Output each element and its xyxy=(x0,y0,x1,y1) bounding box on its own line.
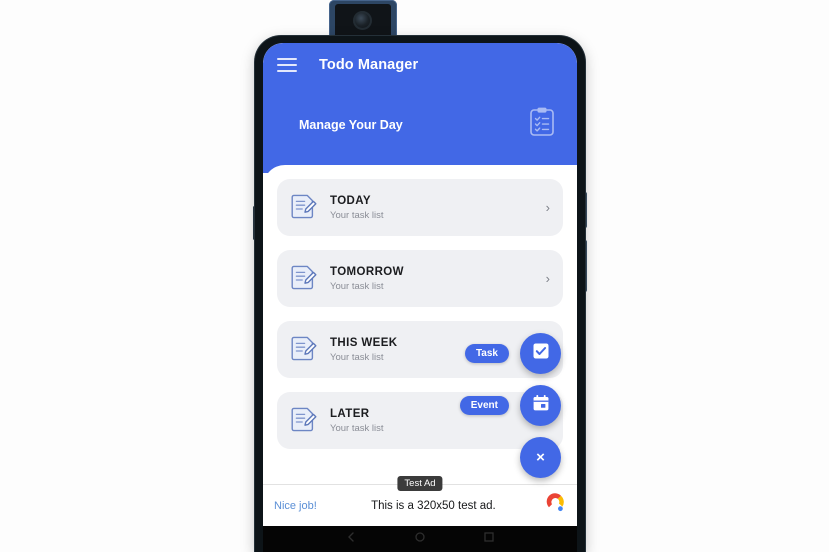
close-icon: × xyxy=(536,449,545,466)
admob-logo xyxy=(544,492,566,519)
note-pencil-icon xyxy=(291,263,317,295)
hamburger-menu-icon[interactable] xyxy=(277,58,297,72)
hero-section: Manage Your Day xyxy=(263,87,577,142)
clipboard-checklist-icon xyxy=(529,107,555,142)
note-pencil-icon xyxy=(291,192,317,224)
test-ad-badge: Test Ad xyxy=(397,476,443,491)
speed-dial-label-task[interactable]: Task xyxy=(464,344,509,363)
chevron-right-icon[interactable]: › xyxy=(546,201,550,214)
speed-dial-action-task[interactable]: Task xyxy=(464,333,561,374)
close-speed-dial-button[interactable]: × xyxy=(520,437,561,478)
screenshot-canvas: Todo Manager Manage Your Day TODAY Your … xyxy=(0,0,829,552)
ad-banner[interactable]: Test Ad Nice job! This is a 320x50 test … xyxy=(263,476,577,526)
recents-nav-icon[interactable] xyxy=(483,530,495,548)
speed-dial-label-event[interactable]: Event xyxy=(459,396,509,415)
speed-dial-fab: Task Event × xyxy=(459,333,561,478)
home-nav-icon[interactable] xyxy=(414,530,426,548)
chevron-right-icon[interactable]: › xyxy=(546,272,550,285)
card-title: TOMORROW xyxy=(330,265,404,278)
card-text-block: TOMORROW Your task list xyxy=(330,265,546,292)
add-event-button[interactable] xyxy=(520,385,561,426)
phone-frame: Todo Manager Manage Your Day TODAY Your … xyxy=(255,36,585,552)
ad-body-text: This is a 320x50 test ad. xyxy=(371,499,496,512)
calendar-icon xyxy=(532,394,550,417)
card-title: TODAY xyxy=(330,194,371,207)
page-title: Todo Manager xyxy=(319,57,419,73)
card-subtitle: Your task list xyxy=(330,281,384,293)
speed-dial-main-row[interactable]: × xyxy=(520,437,561,478)
card-text-block: TODAY Your task list xyxy=(330,194,546,221)
task-list-card-today[interactable]: TODAY Your task list › xyxy=(277,179,563,236)
speed-dial-action-event[interactable]: Event xyxy=(459,385,561,426)
phone-screen: Todo Manager Manage Your Day TODAY Your … xyxy=(263,43,577,552)
app-bar: Todo Manager xyxy=(263,43,577,87)
add-task-button[interactable] xyxy=(520,333,561,374)
checkbox-checked-icon xyxy=(532,342,550,365)
note-pencil-icon xyxy=(291,405,317,437)
card-subtitle: Your task list xyxy=(330,210,384,222)
app-header: Todo Manager Manage Your Day xyxy=(263,43,577,173)
task-list-card-tomorrow[interactable]: TOMORROW Your task list › xyxy=(277,250,563,307)
back-nav-icon[interactable] xyxy=(345,530,357,548)
android-nav-bar xyxy=(263,526,577,552)
hero-title: Manage Your Day xyxy=(299,117,403,132)
camera-lens-icon xyxy=(353,11,372,30)
note-pencil-icon xyxy=(291,334,317,366)
ad-link[interactable]: Nice job! xyxy=(274,500,317,512)
